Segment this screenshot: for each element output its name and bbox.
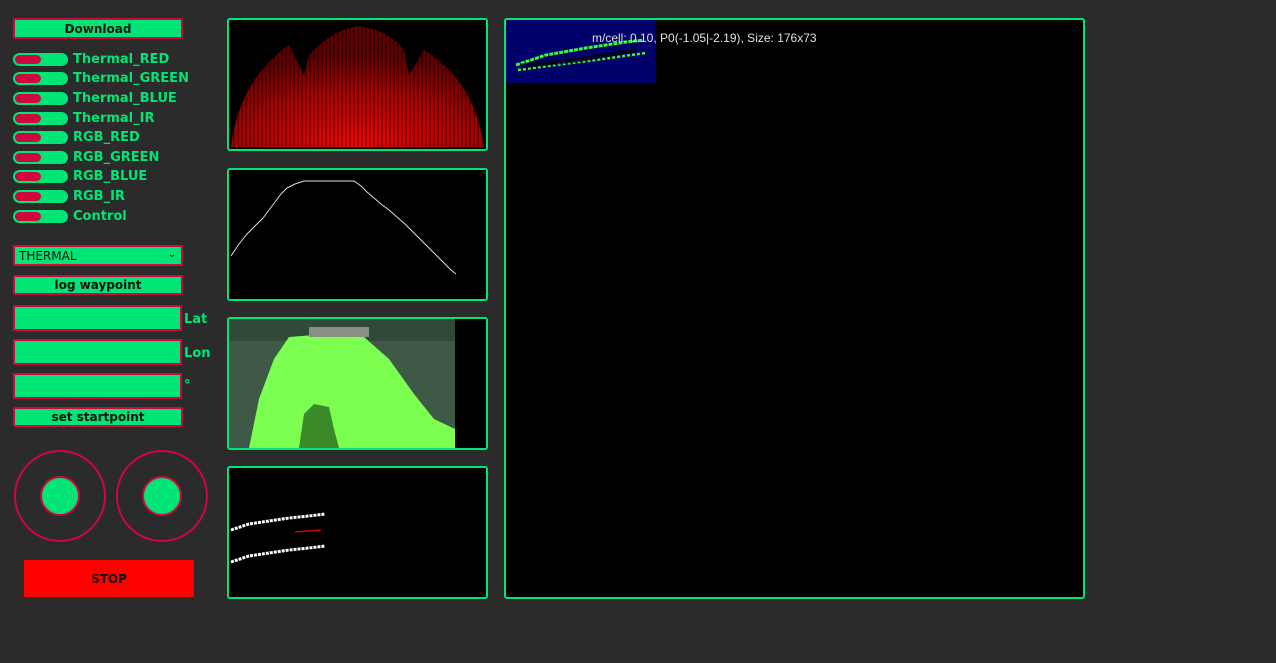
- left-joystick[interactable]: [14, 450, 106, 542]
- toggle-switch[interactable]: [13, 130, 68, 144]
- lidar-scan-view: [227, 18, 488, 151]
- joystick-handle[interactable]: [40, 476, 80, 516]
- toggle-label: Thermal_RED: [73, 51, 170, 67]
- lon-label: Lon: [184, 346, 211, 361]
- toggle-knob: [15, 113, 41, 123]
- toggle-rgb-ir[interactable]: RGB_IR: [13, 188, 125, 204]
- toggle-thermal-red[interactable]: Thermal_RED: [13, 51, 169, 67]
- toggle-knob: [15, 54, 41, 64]
- toggle-rgb-green[interactable]: RGB_GREEN: [13, 149, 159, 165]
- toggle-switch[interactable]: [13, 111, 68, 125]
- toggle-switch[interactable]: [13, 52, 68, 66]
- camera-segmentation-image: [229, 319, 486, 448]
- toggle-rgb-blue[interactable]: RGB_BLUE: [13, 168, 147, 184]
- toggle-label: RGB_BLUE: [73, 168, 148, 184]
- toggle-rgb-red[interactable]: RGB_RED: [13, 129, 140, 145]
- map-grid-image: [506, 20, 656, 83]
- chevron-down-icon: ⌄: [167, 249, 176, 260]
- toggle-switch[interactable]: [13, 209, 68, 223]
- lidar-scan-image: [231, 26, 484, 147]
- toggle-switch[interactable]: [13, 189, 68, 203]
- stop-button[interactable]: STOP: [24, 560, 194, 597]
- lat-input[interactable]: [13, 305, 182, 331]
- toggle-label: Thermal_GREEN: [73, 70, 189, 86]
- toggle-knob: [15, 93, 41, 103]
- camera-segmentation-view: [227, 317, 488, 450]
- mode-select-value: THERMAL: [19, 248, 77, 263]
- log-waypoint-button[interactable]: log waypoint: [13, 275, 183, 295]
- toggle-knob: [15, 73, 41, 83]
- toggle-knob: [15, 211, 41, 221]
- toggle-switch[interactable]: [13, 91, 68, 105]
- heading-label: °: [184, 378, 191, 393]
- toggle-label: Thermal_BLUE: [73, 90, 177, 106]
- edge-detection-view: [227, 168, 488, 301]
- download-button[interactable]: Download: [13, 18, 183, 39]
- heading-input[interactable]: [13, 373, 182, 399]
- toggle-label: Thermal_IR: [73, 110, 155, 126]
- mode-select[interactable]: THERMAL ⌄: [13, 245, 183, 266]
- joystick-handle[interactable]: [142, 476, 182, 516]
- toggle-thermal-green[interactable]: Thermal_GREEN: [13, 70, 189, 86]
- right-joystick[interactable]: [116, 450, 208, 542]
- toggle-switch[interactable]: [13, 71, 68, 85]
- toggle-label: RGB_GREEN: [73, 149, 160, 165]
- lon-input[interactable]: [13, 339, 182, 365]
- toggle-switch[interactable]: [13, 150, 68, 164]
- toggle-control[interactable]: Control: [13, 208, 127, 224]
- toggle-thermal-ir[interactable]: Thermal_IR: [13, 110, 154, 126]
- occupancy-map[interactable]: m/cell: 0.10, P0(-1.05|-2.19), Size: 176…: [504, 18, 1085, 599]
- toggle-thermal-blue[interactable]: Thermal_BLUE: [13, 90, 177, 106]
- edge-contour-image: [230, 180, 457, 275]
- toggle-label: RGB_IR: [73, 188, 125, 204]
- lane-lines-image: [230, 512, 326, 564]
- toggle-knob: [15, 191, 41, 201]
- toggle-label: Control: [73, 208, 127, 224]
- lane-detection-view: [227, 466, 488, 599]
- toggle-knob: [15, 171, 41, 181]
- map-info-text: m/cell: 0.10, P0(-1.05|-2.19), Size: 176…: [592, 31, 817, 45]
- toggle-knob: [15, 152, 41, 162]
- lat-label: Lat: [184, 312, 208, 327]
- toggle-knob: [15, 132, 41, 142]
- toggle-switch[interactable]: [13, 169, 68, 183]
- set-startpoint-button[interactable]: set startpoint: [13, 407, 183, 427]
- toggle-label: RGB_RED: [73, 129, 140, 145]
